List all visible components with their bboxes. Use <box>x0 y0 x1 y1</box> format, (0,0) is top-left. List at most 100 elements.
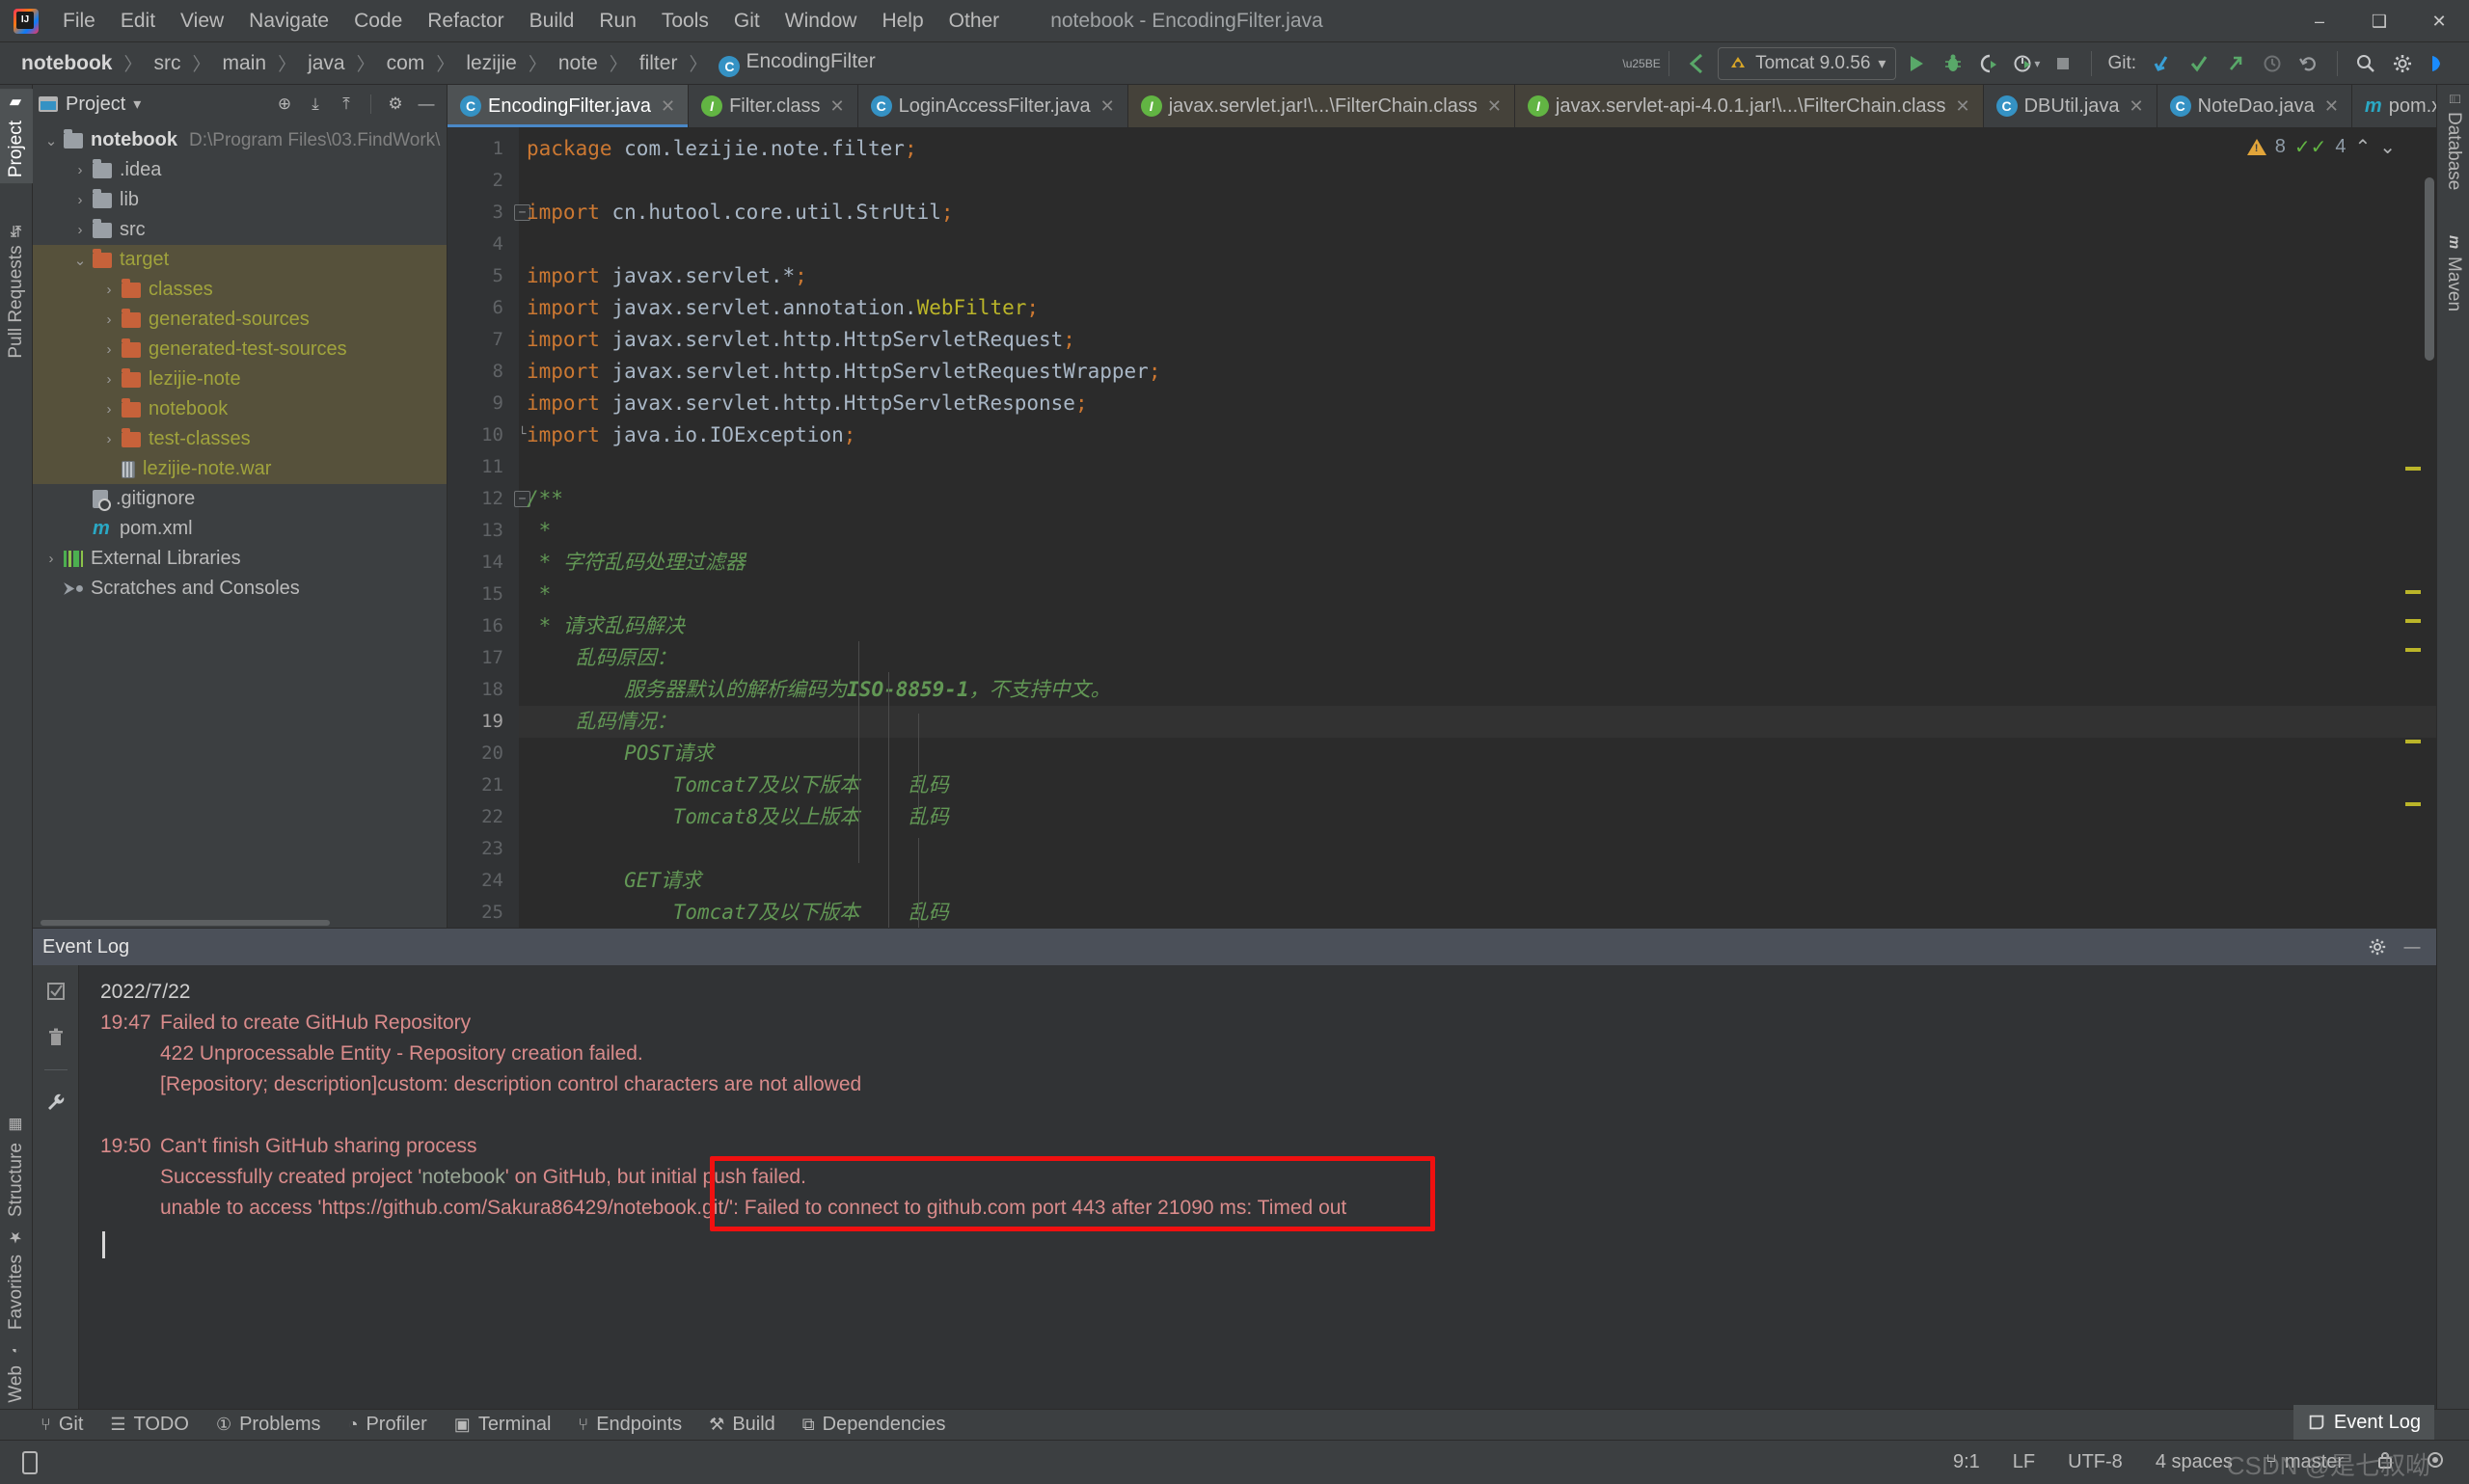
collapse-all-icon[interactable]: ⤒ <box>332 90 361 119</box>
event-log-settings-icon[interactable] <box>2363 932 2392 961</box>
select-opened-file-icon[interactable]: ⊕ <box>270 90 299 119</box>
tree-node-notebook[interactable]: ⌄ notebook D:\Program Files\03.FindWork\ <box>33 125 447 155</box>
project-panel-title-group[interactable]: Project ▾ <box>39 94 141 116</box>
breadcrumb-item-com[interactable]: com <box>381 50 431 77</box>
lock-icon[interactable] <box>2376 1450 2394 1475</box>
code-line[interactable]: import javax.servlet.http.HttpServletReq… <box>519 356 2436 388</box>
run-configuration-selector[interactable]: Tomcat 9.0.56 ▾ <box>1718 47 1897 80</box>
editor-tab-javax.servlet.jar--...-FilterChain.class[interactable]: Ijavax.servlet.jar!\...\FilterChain.clas… <box>1127 85 1515 127</box>
breadcrumb-item-lezijie[interactable]: lezijie <box>460 50 523 77</box>
menu-item-run[interactable]: Run <box>586 6 649 37</box>
code-line[interactable]: POST请求 <box>519 738 2436 769</box>
git-rollback-icon[interactable] <box>2293 47 2325 80</box>
debug-bug-icon[interactable] <box>1937 47 1969 80</box>
editor-vertical-scrollbar[interactable] <box>2425 177 2434 361</box>
settings-wrench-icon[interactable] <box>41 1088 70 1117</box>
tree-node-src[interactable]: › src <box>33 215 447 245</box>
search-icon[interactable] <box>2349 47 2382 80</box>
tool-window-button-pull-requests[interactable]: Pull Requests ↹ <box>0 219 33 364</box>
code-line[interactable]: import cn.hutool.core.util.StrUtil; <box>519 197 2436 229</box>
chevron-right-icon[interactable]: › <box>68 192 93 208</box>
code-line[interactable]: * 请求乱码解决 <box>519 610 2436 642</box>
event-log-entry-header[interactable]: 19:47 Failed to create GitHub Repository <box>100 1008 2436 1039</box>
git-update-icon[interactable] <box>2146 47 2179 80</box>
bottom-tab-build[interactable]: ⚒ Build <box>697 1411 787 1439</box>
menu-item-navigate[interactable]: Navigate <box>236 6 341 37</box>
editor-tab-pom.xml--not[interactable]: mpom.xml (not⌄ <box>2351 85 2436 127</box>
tool-window-button-maven[interactable]: m Maven <box>2437 229 2469 317</box>
chevron-down-icon[interactable]: ⌄ <box>68 252 93 269</box>
settings-icon[interactable]: ⚙ <box>381 90 410 119</box>
update-project-icon[interactable] <box>1681 47 1714 80</box>
editor-error-stripe[interactable] <box>2405 185 2421 918</box>
hide-icon[interactable]: — <box>412 90 441 119</box>
tree-node-pom.xml[interactable]: m pom.xml <box>33 514 447 544</box>
project-tree-hscrollbar[interactable] <box>33 918 447 928</box>
close-icon[interactable]: ✕ <box>1100 96 1115 117</box>
tool-window-button-web[interactable]: Web ◔ <box>0 1336 33 1409</box>
code-line[interactable]: import javax.servlet.http.HttpServletRes… <box>519 388 2436 419</box>
bottom-tab-todo[interactable]: ☰ TODO <box>98 1411 201 1439</box>
mark-all-read-icon[interactable] <box>41 977 70 1006</box>
tree-node-test-classes[interactable]: › test-classes <box>33 424 447 454</box>
tree-node-.idea[interactable]: › .idea <box>33 155 447 185</box>
tool-window-button-project[interactable]: Project ▰ <box>0 89 33 184</box>
close-icon[interactable]: ✕ <box>830 96 845 117</box>
chevron-down-icon[interactable]: ▾ <box>133 94 141 114</box>
code-line[interactable]: 服务器默认的解析编码为ISO-8859-1，不支持中文。 <box>519 674 2436 706</box>
tree-node-lezijie-note[interactable]: › lezijie-note <box>33 364 447 394</box>
bottom-tab-terminal[interactable]: ▣ Terminal <box>443 1411 563 1439</box>
clear-all-icon[interactable] <box>41 1023 70 1052</box>
next-problem-icon[interactable]: ⌄ <box>2379 135 2396 159</box>
bottom-tab-dependencies[interactable]: ⧉ Dependencies <box>791 1411 958 1439</box>
minimize-button[interactable]: – <box>2290 0 2349 42</box>
chevron-right-icon[interactable]: › <box>96 401 122 418</box>
close-icon[interactable]: ✕ <box>2324 96 2339 117</box>
breadcrumb-item-class[interactable]: C EncodingFilter <box>713 48 881 79</box>
close-icon[interactable]: ✕ <box>1487 96 1502 117</box>
event-log-content[interactable]: 2022/7/22 19:47 Failed to create GitHub Re… <box>79 965 2436 1409</box>
code-line[interactable]: * 字符乱码处理过滤器 <box>519 547 2436 579</box>
menu-item-other[interactable]: Other <box>936 6 1013 37</box>
menu-item-help[interactable]: Help <box>869 6 936 37</box>
git-push-icon[interactable] <box>2219 47 2252 80</box>
code-line[interactable] <box>519 451 2436 483</box>
run-button[interactable] <box>1900 47 1933 80</box>
breadcrumb-item-java[interactable]: java <box>302 50 351 77</box>
prev-problem-icon[interactable]: ⌃ <box>2354 135 2371 159</box>
menu-item-file[interactable]: File <box>50 6 108 37</box>
tree-node-.gitignore[interactable]: .gitignore <box>33 484 447 514</box>
tree-node-generated-sources[interactable]: › generated-sources <box>33 305 447 335</box>
tree-node-lib[interactable]: › lib <box>33 185 447 215</box>
code-line[interactable]: * <box>519 579 2436 610</box>
chevron-right-icon[interactable]: › <box>96 282 122 298</box>
code-line[interactable]: Tomcat7及以下版本 乱码 <box>519 769 2436 801</box>
tree-node-External-Libraries[interactable]: › External Libraries <box>33 544 447 574</box>
code-line[interactable]: /** <box>519 483 2436 515</box>
editor-tab-DBUtil.java[interactable]: C DBUtil.java ✕ <box>1983 85 2157 127</box>
menu-item-git[interactable]: Git <box>721 6 773 37</box>
menu-item-refactor[interactable]: Refactor <box>415 6 516 37</box>
maximize-button[interactable]: ❑ <box>2349 0 2409 42</box>
close-button[interactable]: ✕ <box>2409 0 2469 42</box>
code-content[interactable]: package com.lezijie.note.filter; import … <box>519 127 2436 928</box>
chevron-right-icon[interactable]: › <box>96 371 122 388</box>
code-line[interactable] <box>519 165 2436 197</box>
event-log-hide-icon[interactable]: — <box>2398 932 2427 961</box>
settings-gear-icon[interactable] <box>2386 47 2419 80</box>
git-commit-icon[interactable] <box>2183 47 2215 80</box>
close-icon[interactable]: ✕ <box>2130 96 2144 117</box>
breadcrumb-item-filter[interactable]: filter <box>634 50 684 77</box>
git-branch-widget[interactable]: ⑂ master <box>2266 1451 2344 1473</box>
menu-item-view[interactable]: View <box>168 6 236 37</box>
tool-window-button-structure[interactable]: Structure ▦ <box>0 1111 33 1223</box>
code-line[interactable]: GET请求 <box>519 865 2436 897</box>
breadcrumb-item-main[interactable]: main <box>217 50 273 77</box>
event-log-status-button[interactable]: Event Log <box>2293 1405 2434 1440</box>
caret-position[interactable]: 9:1 <box>1953 1451 1980 1473</box>
chevron-down-icon[interactable]: ⌄ <box>39 132 64 149</box>
chevron-right-icon[interactable]: › <box>68 162 93 178</box>
code-line[interactable]: Tomcat7及以下版本 乱码 <box>519 897 2436 928</box>
chevron-right-icon[interactable]: › <box>39 551 64 567</box>
bottom-tab-problems[interactable]: ① Problems <box>204 1411 333 1439</box>
